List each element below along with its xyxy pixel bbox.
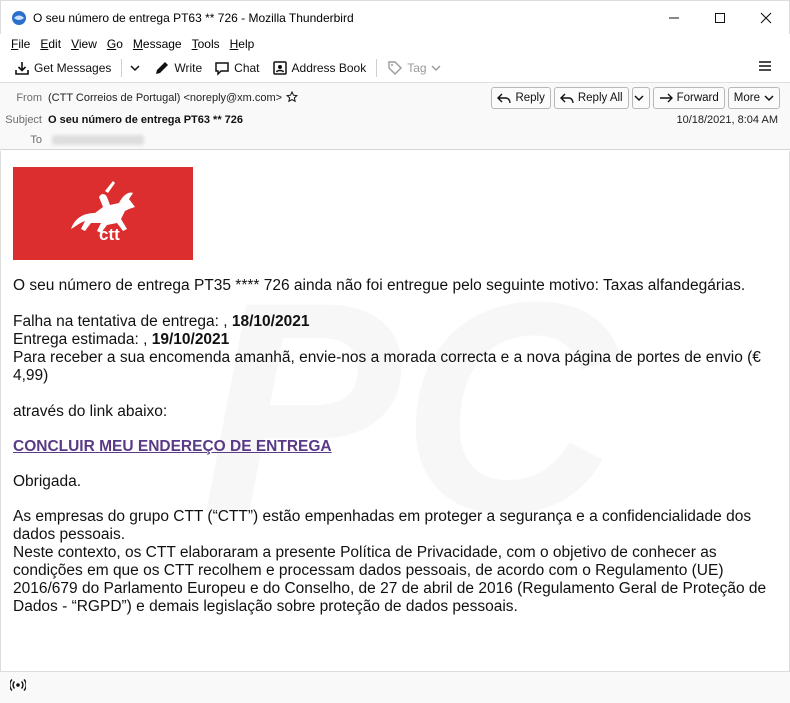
star-icon[interactable] [286,90,299,106]
message-body: PC ctt O seu número de entrega PT35 ****… [0,151,790,671]
menu-bar: File Edit View Go Message Tools Help [0,34,790,54]
ctt-logo-text: ctt [99,225,120,244]
get-messages-button[interactable]: Get Messages [8,56,117,80]
complete-address-link[interactable]: CONCLUIR MEU ENDEREÇO DE ENTREGA [13,438,332,455]
subject-value: O seu número de entrega PT63 ** 726 [48,114,244,126]
message-header: From (CTT Correios de Portugal) <noreply… [0,82,790,150]
menu-view[interactable]: View [66,37,102,51]
online-status-icon[interactable] [9,678,27,697]
menu-edit[interactable]: Edit [35,37,66,51]
reply-all-button[interactable]: Reply All [553,87,629,109]
subject-row: Subject O seu número de entrega PT63 ** … [0,111,790,129]
menu-tools[interactable]: Tools [187,37,225,51]
chevron-down-icon [634,95,644,102]
address-book-button[interactable]: Address Book [266,56,373,80]
chevron-down-icon [431,65,441,71]
ctt-logo: ctt [13,167,193,260]
chevron-down-icon [130,65,140,72]
chat-button[interactable]: Chat [208,56,265,80]
tag-icon [388,61,403,75]
horse-rider-icon [71,181,135,233]
body-thanks: Obrigada. [13,473,82,490]
to-label: To [30,134,42,146]
menu-go[interactable]: Go [102,37,128,51]
more-button[interactable]: More [727,87,780,109]
status-bar [0,671,790,703]
body-privacy-2: Neste contexto, os CTT elaboraram a pres… [13,544,767,615]
menu-file[interactable]: File [6,37,35,51]
reply-all-dropdown[interactable] [631,87,650,109]
reply-button[interactable]: Reply [491,87,551,109]
estimate-date: 19/10/2021 [151,331,230,348]
app-menu-icon[interactable] [758,59,772,76]
message-date: 10/18/2021, 8:04 AM [676,114,778,126]
body-receive-text: Para receber a sua encomenda amanhã, env… [13,349,761,384]
body-via-link: através do link abaixo: [13,403,168,420]
main-toolbar: Get Messages Write Chat Address Book Tag [0,54,790,82]
close-button[interactable] [743,1,789,35]
minimize-button[interactable] [651,1,697,35]
body-estimate-line: Entrega estimada: , 19/10/2021 [13,331,230,348]
forward-icon [659,93,673,103]
menu-message[interactable]: Message [128,37,187,51]
maximize-button[interactable] [697,1,743,35]
body-fail-line: Falha na tentativa de entrega: , 18/10/2… [13,313,310,330]
subject-label: Subject [5,114,42,126]
write-button[interactable]: Write [148,56,208,80]
address-book-icon [272,61,287,75]
forward-button[interactable]: Forward [652,87,725,109]
window-title: O seu número de entrega PT63 ** 726 - Mo… [33,10,354,25]
to-value-redacted [52,135,144,145]
body-line-reason: O seu número de entrega PT35 **** 726 ai… [13,277,746,294]
tag-button[interactable]: Tag [381,56,450,80]
to-row: To [0,131,790,149]
thunderbird-icon [11,10,27,26]
download-icon [15,62,29,75]
from-label: From [16,92,42,104]
get-messages-dropdown[interactable] [126,56,148,80]
reply-all-icon [559,93,574,104]
pencil-icon [156,62,169,74]
body-privacy-1: As empresas do grupo CTT (“CTT”) estão e… [13,508,752,543]
menu-help[interactable]: Help [225,37,260,51]
fail-date: 18/10/2021 [231,313,310,330]
phishing-link-wrap: CONCLUIR MEU ENDEREÇO DE ENTREGA [13,438,781,456]
chat-icon [215,62,229,76]
message-actions: Reply Reply All Forward More [491,87,780,109]
title-bar: O seu número de entrega PT63 ** 726 - Mo… [0,0,790,34]
from-value[interactable]: (CTT Correios de Portugal) <noreply@xm.c… [48,92,282,104]
chevron-down-icon [764,95,774,102]
reply-icon [497,93,512,104]
